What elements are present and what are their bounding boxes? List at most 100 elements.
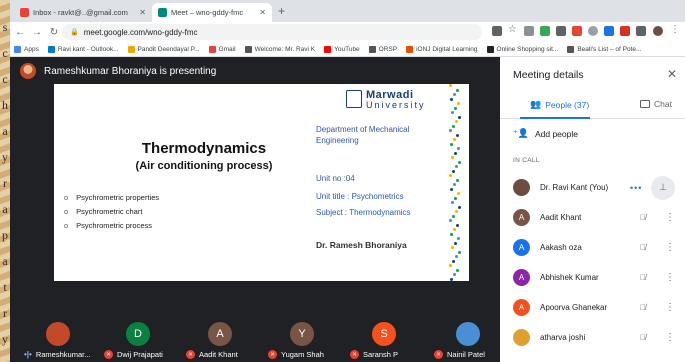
participant-name: Nainil Patel xyxy=(447,350,485,359)
participant-tile[interactable]: D ✕ Dwij Prajapati xyxy=(98,319,178,362)
bookmark-item[interactable]: Pandit Deendayal P... xyxy=(127,45,200,53)
university-logo-icon xyxy=(346,90,362,108)
participant-avatar: A xyxy=(513,299,530,316)
bookmark-item[interactable]: Apps xyxy=(14,45,39,53)
extension-icon[interactable] xyxy=(556,26,566,36)
participant-avatar xyxy=(513,179,530,196)
more-options-icon[interactable]: ⋮ xyxy=(665,332,675,343)
reload-button[interactable]: ↻ xyxy=(47,27,61,38)
bookmark-item[interactable]: Gmail xyxy=(208,45,236,53)
star-icon[interactable]: ☆ xyxy=(508,24,518,35)
participant-avatar: Y xyxy=(290,322,314,346)
back-button[interactable]: ← xyxy=(13,27,27,38)
tab-inbox[interactable]: Inbox - ravkt@..@gmail.com ✕ xyxy=(14,3,152,22)
participant-name: Abhishek Kumar xyxy=(540,273,599,282)
tab-meet[interactable]: Meet – wno-gddy-fmc ✕ xyxy=(152,3,272,22)
more-options-icon[interactable]: ⋮ xyxy=(665,242,675,253)
participant-name: Aadit Khant xyxy=(199,350,238,359)
participant-name: Dr. Ravi Kant (You) xyxy=(540,183,609,192)
mic-off-icon: 🎙̸ xyxy=(640,303,646,312)
mic-off-icon: 🎙̸ xyxy=(640,213,646,222)
mic-off-icon: ✕ xyxy=(186,350,195,359)
background-letter: a xyxy=(2,254,8,268)
url-text: meet.google.com/wno-gddy-fmc xyxy=(83,27,198,37)
profile-avatar[interactable] xyxy=(653,26,663,36)
participant-row[interactable]: A Aadit Khant 🎙̸ ⋮ xyxy=(500,203,685,232)
close-tab-icon[interactable]: ✕ xyxy=(139,8,146,17)
extension-icon[interactable] xyxy=(540,26,550,36)
extension-icon[interactable] xyxy=(588,26,598,36)
new-tab-button[interactable]: + xyxy=(278,4,285,18)
participant-tile[interactable]: Y ✕ Yugam Shah xyxy=(262,319,342,362)
participant-tile[interactable]: S ✕ Saransh P xyxy=(344,319,424,362)
bookmark-icon xyxy=(567,45,575,53)
bookmark-item[interactable]: Beall's List – of Pote... xyxy=(567,45,641,53)
participant-row[interactable]: atharva joshi 🎙̸ ⋮ xyxy=(500,323,685,352)
slide-department: Department of Mechanical Engineering xyxy=(316,125,410,145)
close-icon[interactable]: ✕ xyxy=(667,67,677,81)
participant-tile[interactable]: A ✕ Aadit Khant xyxy=(180,319,260,362)
presenter-avatar xyxy=(20,63,36,79)
tab-people[interactable]: 👥 People (37) xyxy=(530,99,589,110)
background-letter: h xyxy=(2,98,8,112)
background-letter: y xyxy=(2,332,8,346)
more-options-icon[interactable]: ⋮ xyxy=(665,272,675,283)
participant-avatar xyxy=(46,322,70,346)
bookmark-item[interactable]: Ravi kant - Outlook... xyxy=(47,45,119,53)
pin-icon[interactable]: ⊥ xyxy=(651,175,675,200)
bookmark-item[interactable]: YouTube xyxy=(324,45,360,53)
extension-icon[interactable] xyxy=(572,26,582,36)
extension-icon[interactable] xyxy=(524,26,534,36)
bookmark-item[interactable]: Online Shopping sit... xyxy=(486,45,558,53)
forward-button[interactable]: → xyxy=(30,27,44,38)
participant-name: Saransh P xyxy=(363,350,399,359)
menu-icon[interactable]: ⋮ xyxy=(670,24,680,35)
bookmark-item[interactable]: Welcome: Mr. Ravi K xyxy=(244,45,315,53)
chat-icon xyxy=(640,100,650,108)
close-tab-icon[interactable]: ✕ xyxy=(259,8,266,17)
mic-off-icon: ✕ xyxy=(350,350,359,359)
address-bar[interactable]: 🔒 meet.google.com/wno-gddy-fmc xyxy=(62,24,482,40)
mic-off-icon: 🎙̸ xyxy=(640,333,646,342)
participant-avatar xyxy=(513,329,530,346)
add-people-button[interactable]: ⁺👤 Add people xyxy=(513,128,578,139)
in-call-label: IN CALL xyxy=(513,157,540,164)
participant-avatar: A xyxy=(208,322,232,346)
bookmark-item[interactable]: iONJ Digital Learning xyxy=(406,45,478,53)
extensions-puzzle-icon[interactable] xyxy=(636,26,646,36)
tab-chat[interactable]: Chat xyxy=(640,99,672,109)
background-letter: r xyxy=(3,306,7,320)
bookmark-icon xyxy=(244,45,252,53)
participant-avatar xyxy=(456,322,480,346)
people-icon: 👥 xyxy=(530,99,542,109)
more-options-icon[interactable]: ⋮ xyxy=(665,212,675,223)
slide-unit-no: Unit no :04 xyxy=(316,174,355,183)
background-letter: t xyxy=(3,280,7,294)
participant-row[interactable]: Dr. Ravi Kant (You) ••• ⊥ xyxy=(500,173,685,202)
tab-title: Meet – wno-gddy-fmc xyxy=(171,8,244,17)
slide-bullet: o Psychrometric properties xyxy=(64,193,160,202)
participant-avatar: A xyxy=(513,269,530,286)
slide-unit-title: Unit title : Psychometrics xyxy=(316,192,404,201)
slide-bullet: o Psychrometric process xyxy=(64,221,153,230)
extension-icon[interactable] xyxy=(604,26,614,36)
participant-row[interactable]: A Aakash oza 🎙̸ ⋮ xyxy=(500,233,685,262)
extension-icon[interactable] xyxy=(620,26,630,36)
participant-tile[interactable]: ✕ Nainil Patel xyxy=(428,319,508,362)
slide-decoration xyxy=(449,84,461,281)
participant-tile[interactable]: •|• Rameshkumar... xyxy=(18,319,98,362)
more-options-icon[interactable]: ⋮ xyxy=(665,302,675,313)
participant-row[interactable]: A Apoorva Ghanekar 🎙̸ ⋮ xyxy=(500,293,685,322)
bookmark-icon xyxy=(486,45,494,53)
background-letter: r xyxy=(3,176,7,190)
add-person-icon: ⁺👤 xyxy=(513,128,529,138)
camera-icon[interactable] xyxy=(492,26,502,36)
bookmark-icon xyxy=(208,45,216,53)
bookmark-item[interactable]: ORSP xyxy=(368,45,397,53)
more-options-icon[interactable]: ••• xyxy=(630,183,642,193)
participant-avatar: D xyxy=(126,322,150,346)
slide-subtitle: (Air conditioning process) xyxy=(135,160,273,172)
bookmark-icon xyxy=(368,45,376,53)
participant-row[interactable]: A Abhishek Kumar 🎙̸ ⋮ xyxy=(500,263,685,292)
participant-avatar: A xyxy=(513,239,530,256)
